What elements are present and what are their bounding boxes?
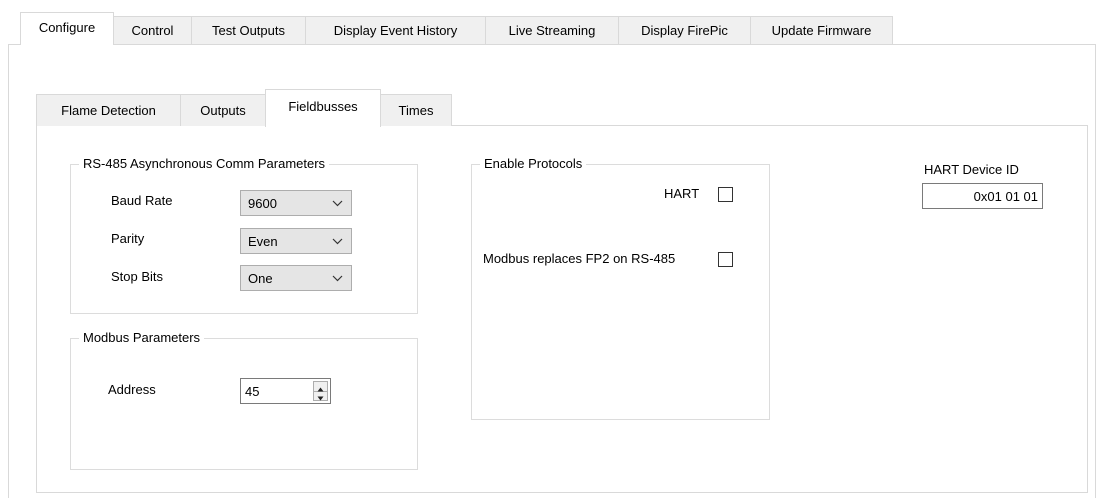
modbus-group: Modbus Parameters: [70, 330, 418, 470]
tab-configure[interactable]: Configure: [20, 12, 114, 45]
modbus-fp2-checkbox[interactable]: [718, 252, 733, 267]
stop-bits-select[interactable]: One: [240, 265, 352, 291]
enable-protocols-group: Enable Protocols: [471, 156, 770, 420]
spin-down-button[interactable]: [314, 391, 327, 401]
address-value: 45: [245, 384, 260, 399]
chevron-down-icon: [332, 200, 343, 207]
baud-rate-label: Baud Rate: [111, 193, 173, 208]
address-label: Address: [108, 382, 156, 397]
tab-control[interactable]: Control: [113, 16, 192, 44]
hart-device-id-field[interactable]: 0x01 01 01: [922, 183, 1043, 209]
modbus-fp2-checkbox-label: Modbus replaces FP2 on RS-485: [483, 251, 676, 266]
tab-times[interactable]: Times: [380, 94, 452, 126]
address-spin-buttons: [313, 381, 328, 401]
chevron-down-icon: [332, 275, 343, 282]
tab-outputs[interactable]: Outputs: [180, 94, 266, 126]
tab-update-firmware[interactable]: Update Firmware: [750, 16, 893, 44]
chevron-down-icon: [332, 238, 343, 245]
triangle-down-icon: [317, 396, 324, 401]
parity-select[interactable]: Even: [240, 228, 352, 254]
parity-value: Even: [248, 234, 278, 249]
hart-checkbox-label: HART: [664, 186, 700, 201]
baud-rate-value: 9600: [248, 196, 277, 211]
tab-display-firepic[interactable]: Display FirePic: [618, 16, 751, 44]
hart-checkbox[interactable]: [718, 187, 733, 202]
stop-bits-value: One: [248, 271, 273, 286]
parity-label: Parity: [111, 231, 145, 246]
enable-protocols-title: Enable Protocols: [480, 156, 587, 171]
stop-bits-label: Stop Bits: [111, 269, 164, 284]
address-stepper[interactable]: 45: [240, 378, 331, 404]
tab-live-streaming[interactable]: Live Streaming: [485, 16, 619, 44]
modbus-group-title: Modbus Parameters: [79, 330, 205, 345]
tab-test-outputs[interactable]: Test Outputs: [191, 16, 306, 44]
hart-device-id-label: HART Device ID: [924, 162, 1019, 177]
tab-display-event-history[interactable]: Display Event History: [305, 16, 486, 44]
hart-device-id-value: 0x01 01 01: [973, 189, 1038, 204]
baud-rate-select[interactable]: 9600: [240, 190, 352, 216]
tab-flame-detection[interactable]: Flame Detection: [36, 94, 181, 126]
rs485-group-title: RS-485 Asynchronous Comm Parameters: [79, 156, 330, 171]
tab-fieldbusses[interactable]: Fieldbusses: [265, 89, 381, 127]
